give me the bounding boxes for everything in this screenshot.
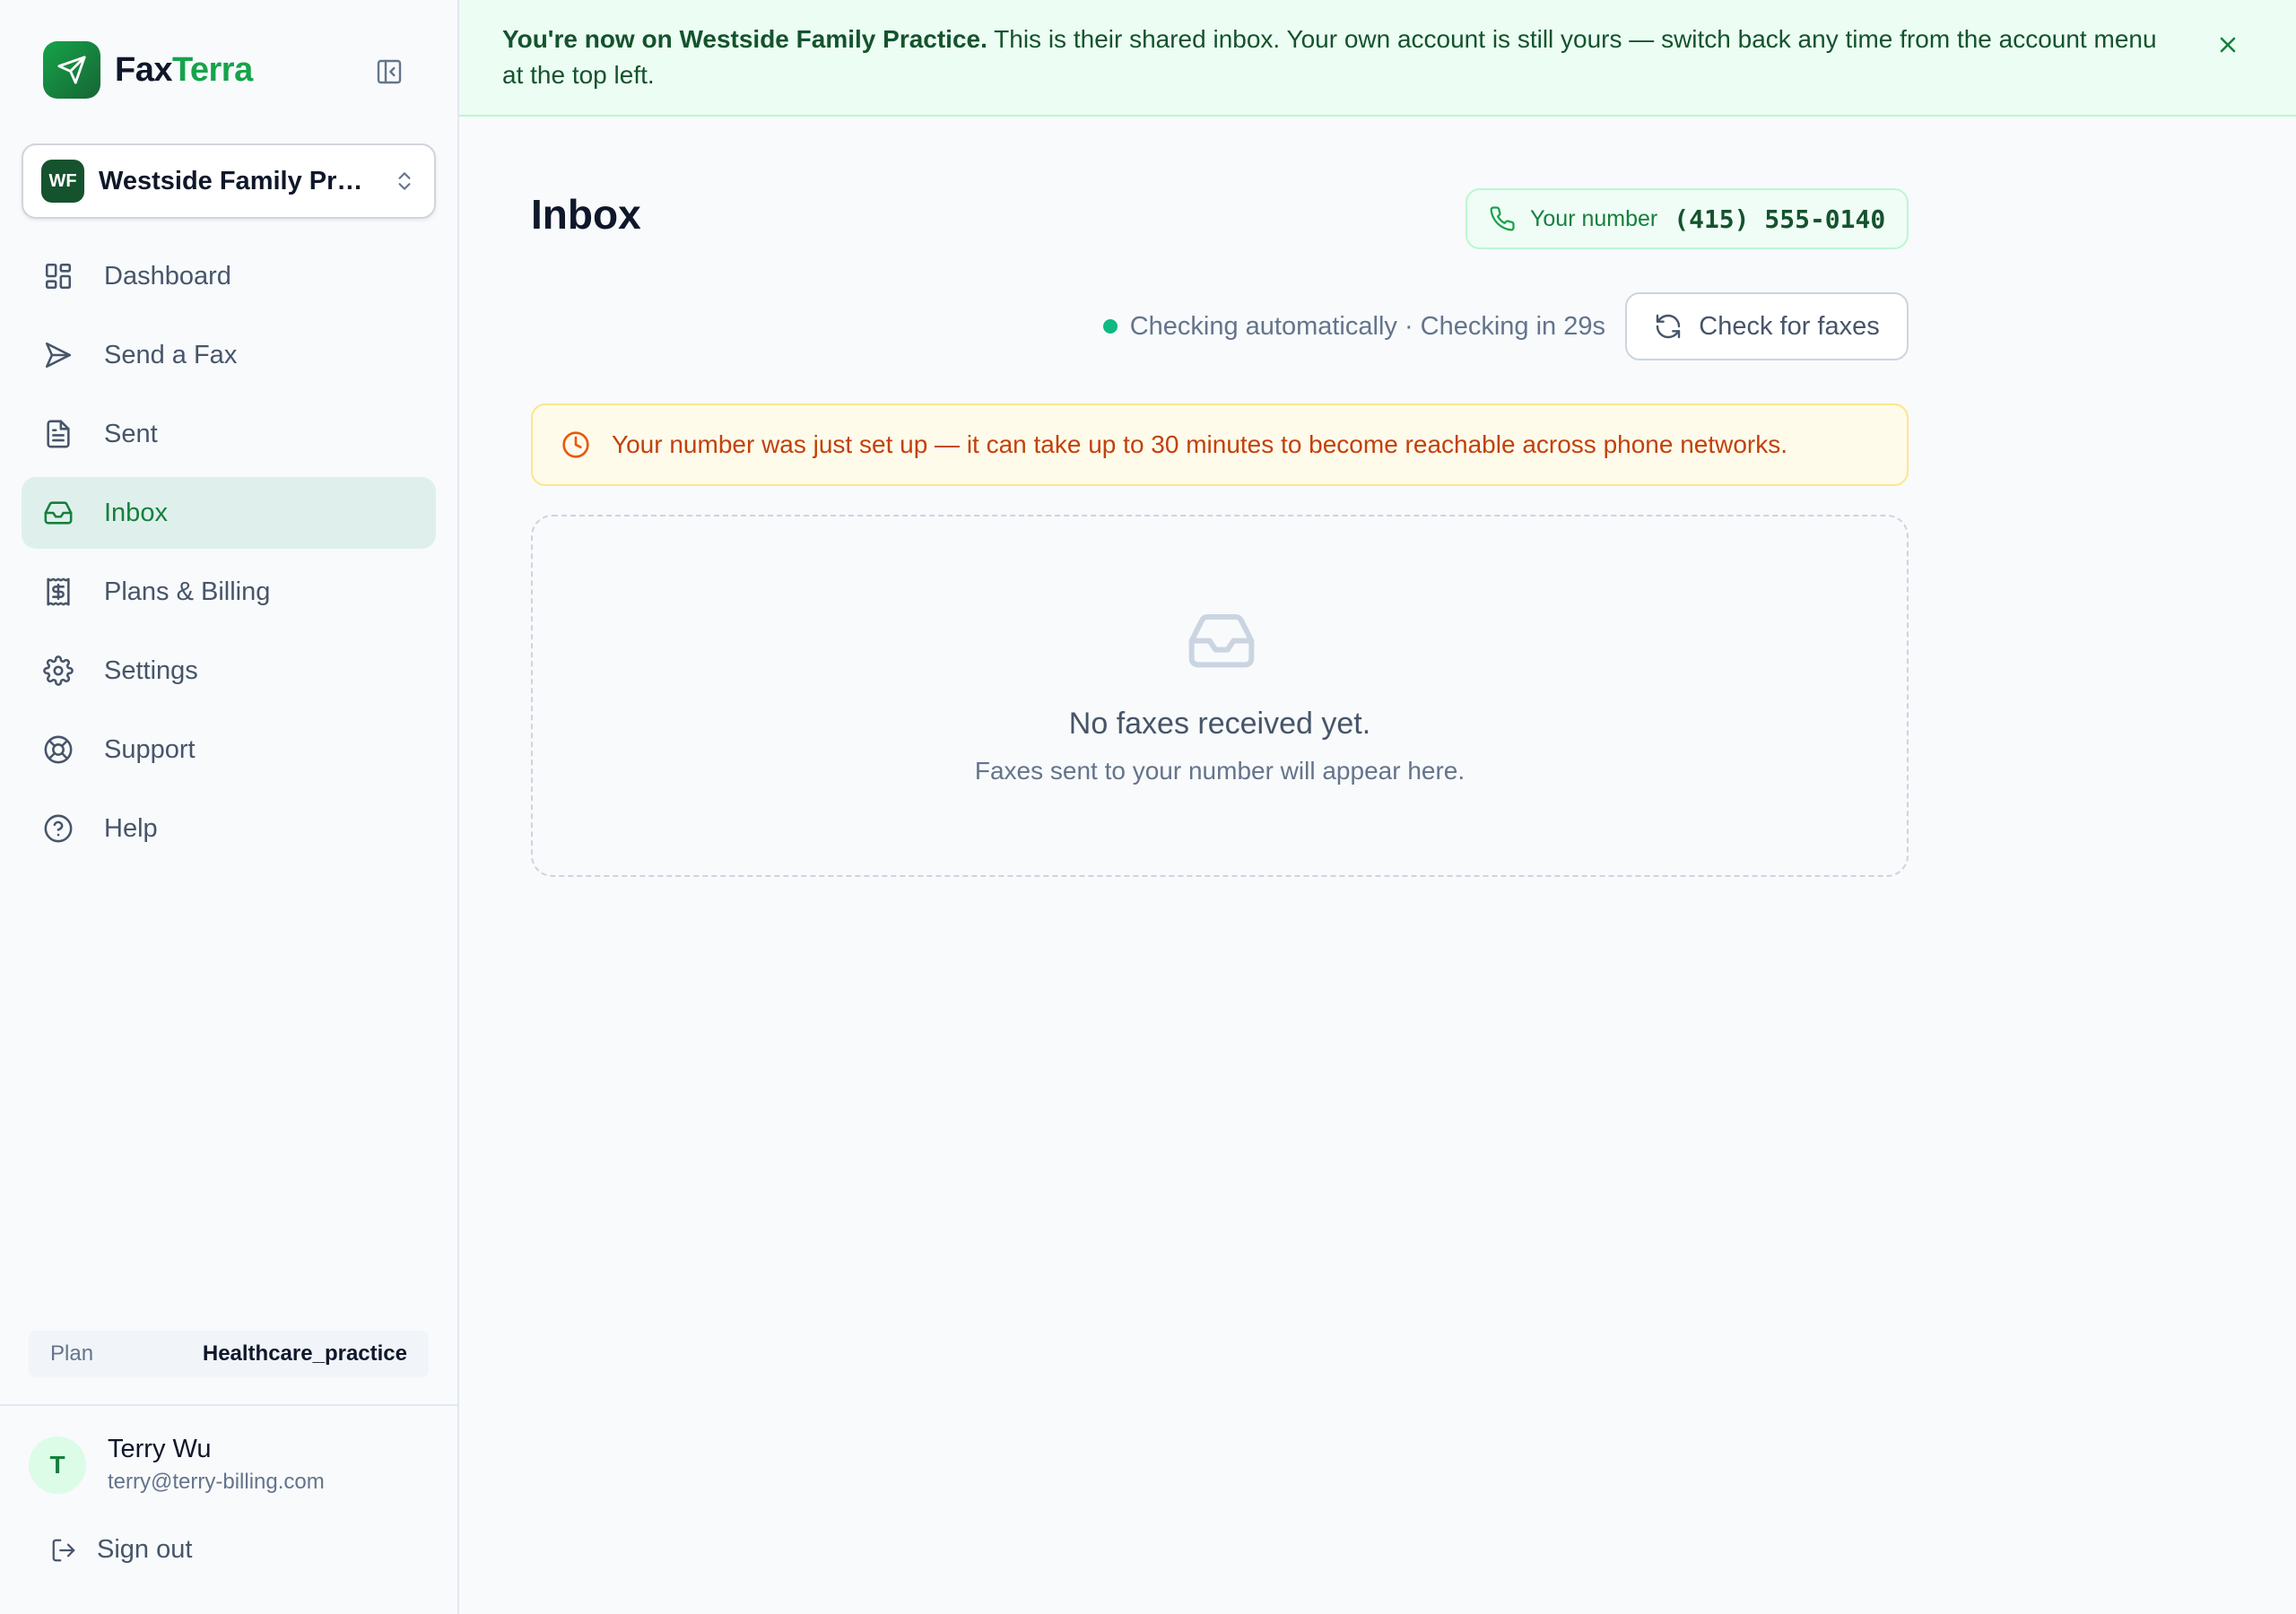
- brand-name-part2: Terra: [171, 50, 253, 89]
- banner-bold-text: You're now on Westside Family Practice.: [502, 25, 987, 53]
- phone-icon: [1490, 206, 1515, 231]
- avatar: T: [29, 1436, 86, 1494]
- empty-inbox-icon: [1188, 614, 1255, 668]
- user-info: Terry Wu terry@terry-billing.com: [108, 1435, 325, 1495]
- inbox-icon: [44, 501, 73, 525]
- plan-label: Plan: [50, 1341, 94, 1366]
- your-number-badge: Your number (415) 555-0140: [1465, 188, 1909, 249]
- brand-name-part1: Fax: [115, 50, 172, 89]
- sidebar-item-sent[interactable]: Sent: [22, 398, 436, 470]
- sidebar-item-label: Dashboard: [104, 261, 231, 291]
- billing-icon: [47, 577, 70, 606]
- help-icon: [44, 814, 73, 843]
- user-name: Terry Wu: [108, 1435, 212, 1463]
- close-icon[interactable]: [2210, 27, 2246, 63]
- sidebar-item-label: Inbox: [104, 498, 168, 527]
- dashboard-icon: [45, 263, 72, 290]
- sidebar-item-help[interactable]: Help: [22, 793, 436, 864]
- collapse-sidebar-icon[interactable]: [373, 56, 405, 88]
- sidebar-item-send-a-fax[interactable]: Send a Fax: [22, 319, 436, 391]
- user-email: terry@terry-billing.com: [108, 1470, 325, 1494]
- sidebar-item-settings[interactable]: Settings: [22, 635, 436, 707]
- gear-icon: [43, 655, 74, 686]
- sidebar: FaxTerra WF Westside Family Practice Das…: [0, 0, 459, 1614]
- brand[interactable]: FaxTerra: [43, 41, 253, 99]
- your-number-label: Your number: [1530, 205, 1658, 231]
- setup-notice-text: Your number was just set up — it can tak…: [612, 430, 1788, 458]
- auto-check-status: Checking automatically · Checking in 29s: [1076, 292, 1605, 360]
- check-for-faxes-label: Check for faxes: [1699, 311, 1880, 341]
- brand-name: FaxTerra: [115, 51, 253, 90]
- sidebar-item-label: Sent: [104, 419, 158, 448]
- check-for-faxes-button[interactable]: Check for faxes: [1625, 292, 1909, 360]
- refresh-icon: [1657, 314, 1681, 339]
- document-icon: [47, 420, 70, 448]
- send-icon: [45, 342, 72, 369]
- chevrons-up-down-icon: [393, 169, 416, 193]
- status-dot-icon: [1102, 319, 1118, 334]
- page-title: Inbox: [531, 191, 641, 238]
- sign-out-button[interactable]: Sign out: [50, 1535, 192, 1565]
- empty-inbox-subtitle: Faxes sent to your number will appear he…: [974, 757, 1465, 785]
- paper-plane-logo-icon: [43, 41, 100, 99]
- sidebar-item-label: Plans & Billing: [104, 577, 271, 606]
- plan-summary: Plan Healthcare_practice: [29, 1331, 429, 1377]
- setup-notice: Your number was just set up — it can tak…: [531, 404, 1909, 486]
- empty-inbox-title: No faxes received yet.: [1068, 707, 1371, 741]
- sidebar-item-label: Send a Fax: [104, 340, 238, 369]
- clock-icon: [562, 431, 589, 458]
- sidebar-item-support[interactable]: Support: [22, 714, 436, 785]
- account-name: Westside Family Practice: [99, 166, 377, 195]
- sidebar-nav: Dashboard Send a Fax Sent Inbox Plans & …: [22, 240, 436, 872]
- your-number-value: (415) 555-0140: [1674, 204, 1886, 234]
- account-switcher[interactable]: WF Westside Family Practice: [22, 143, 436, 219]
- sidebar-item-plans-billing[interactable]: Plans & Billing: [22, 556, 436, 628]
- sidebar-divider: [0, 1404, 457, 1406]
- log-out-icon: [52, 1539, 75, 1561]
- plan-value: Healthcare_practice: [202, 1341, 407, 1366]
- auto-check-status-text: Checking automatically · Checking in 29s: [1129, 311, 1605, 341]
- account-switch-banner: You're now on Westside Family Practice. …: [459, 0, 2296, 117]
- sidebar-item-label: Support: [104, 734, 196, 764]
- user-profile[interactable]: T Terry Wu terry@terry-billing.com: [29, 1435, 325, 1495]
- sign-out-label: Sign out: [97, 1535, 193, 1564]
- empty-inbox-state: No faxes received yet. Faxes sent to you…: [531, 515, 1909, 877]
- sidebar-item-label: Settings: [104, 655, 198, 685]
- lifebuoy-icon: [44, 735, 73, 764]
- account-badge: WF: [41, 160, 84, 203]
- sidebar-item-dashboard[interactable]: Dashboard: [22, 240, 436, 312]
- sidebar-item-label: Help: [104, 813, 158, 843]
- sidebar-item-inbox[interactable]: Inbox: [22, 477, 436, 549]
